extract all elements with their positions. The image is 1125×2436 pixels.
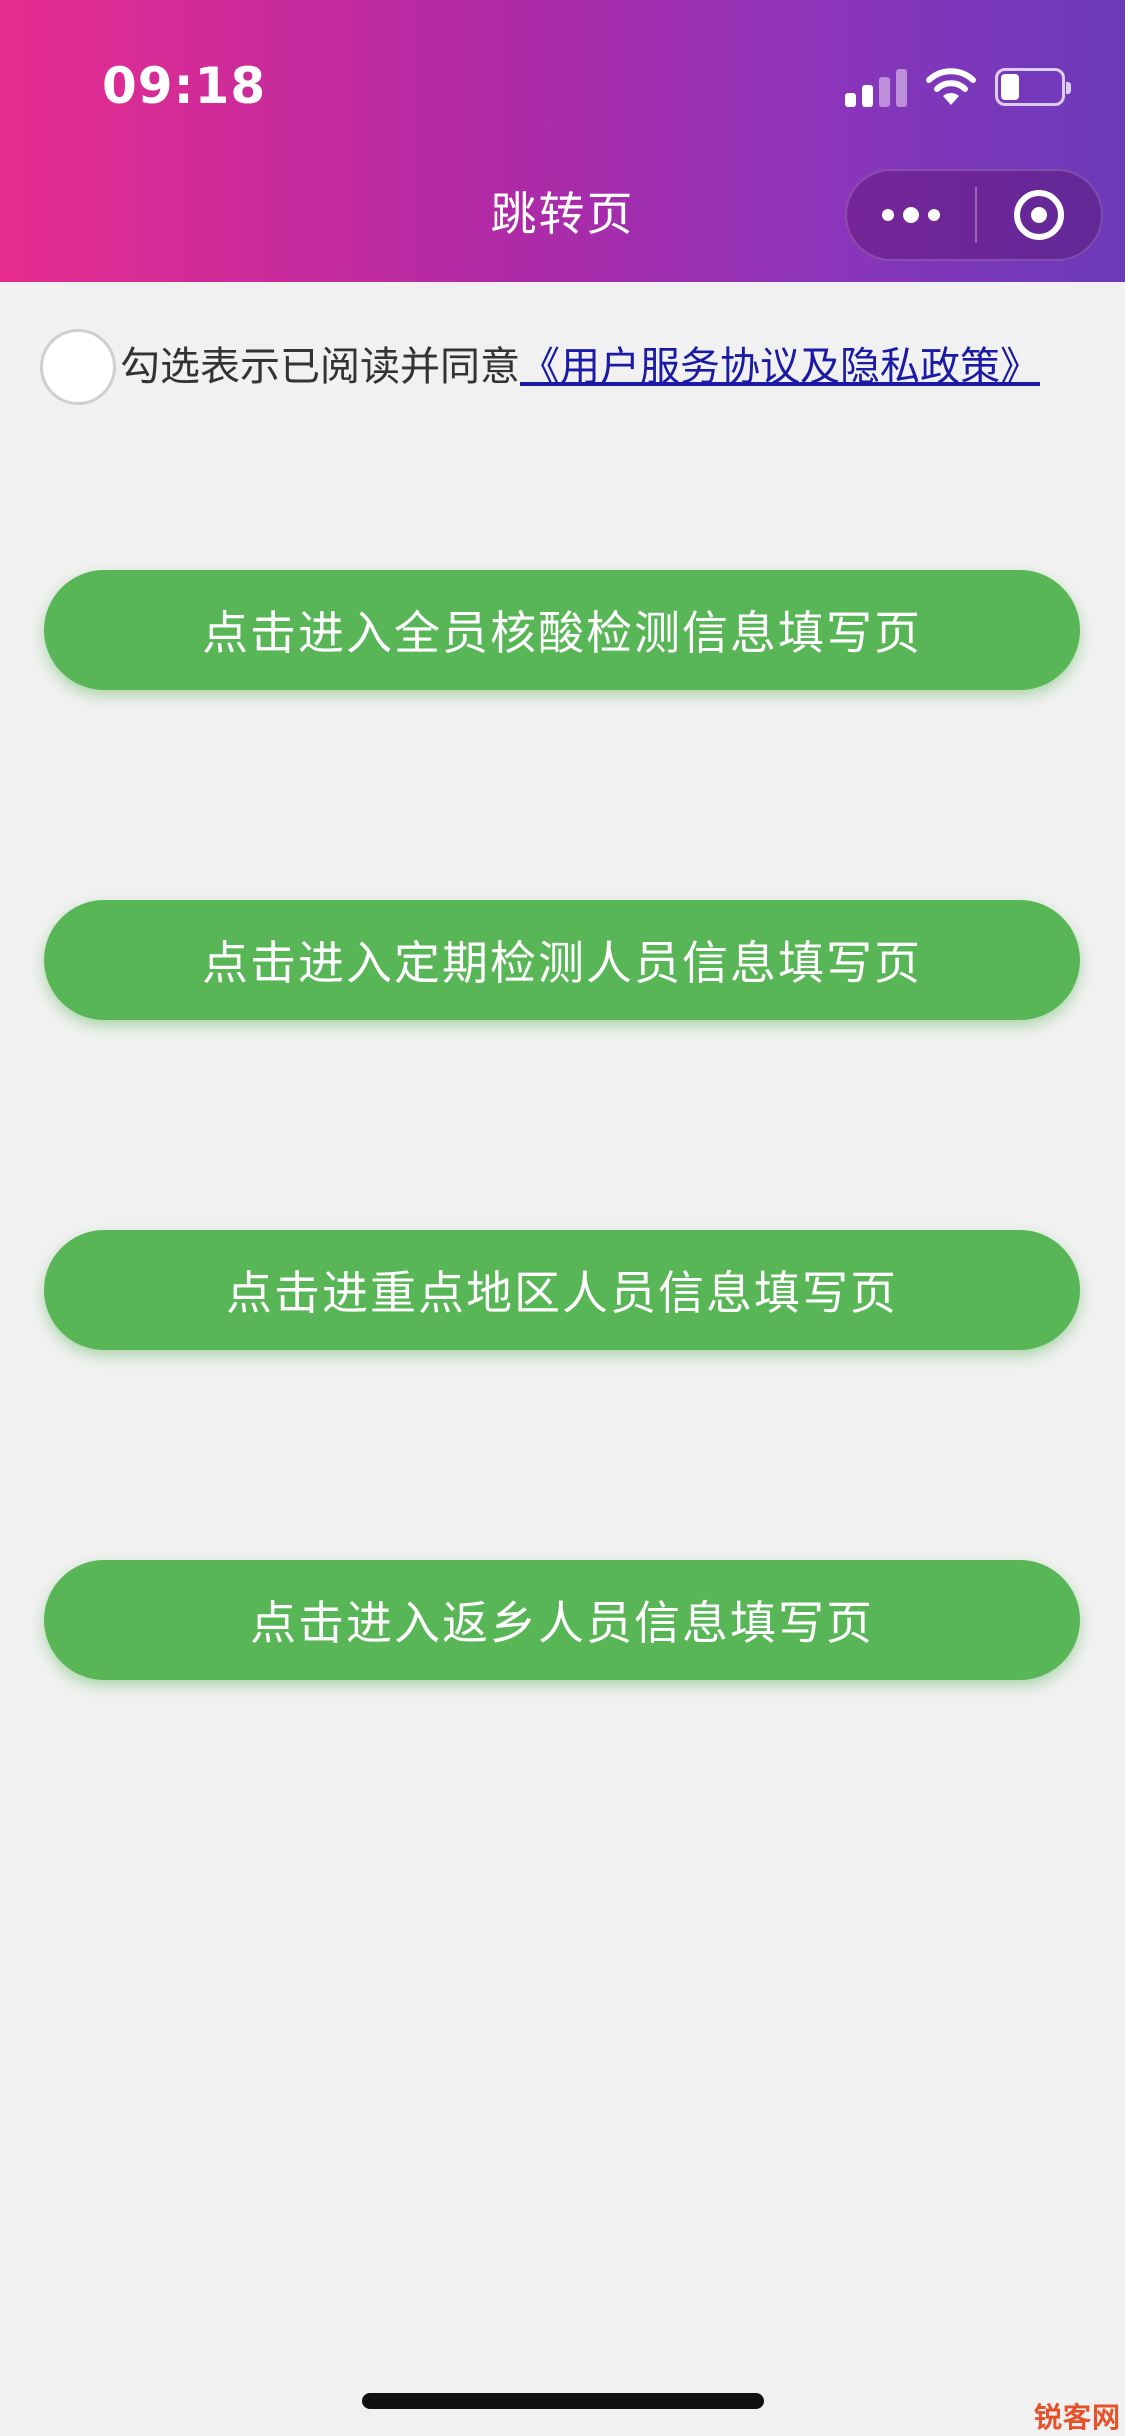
agreement-checkbox[interactable]	[40, 329, 116, 405]
navigation-header: 09:18 跳转页	[0, 0, 1125, 282]
periodic-test-button[interactable]: 点击进入定期检测人员信息填写页	[44, 900, 1080, 1020]
status-icons	[845, 62, 1071, 112]
target-close-icon	[1014, 190, 1064, 240]
key-region-button[interactable]: 点击进重点地区人员信息填写页	[44, 1230, 1080, 1350]
home-indicator	[362, 2393, 764, 2409]
cellular-signal-icon	[845, 67, 907, 107]
mini-program-capsule	[845, 169, 1103, 261]
wifi-icon	[925, 67, 977, 107]
agreement-link[interactable]: 《用户服务协议及隐私政策》	[520, 337, 1040, 397]
capsule-close-button[interactable]	[977, 171, 1101, 259]
battery-icon	[995, 68, 1071, 106]
agreement-text: 勾选表示已阅读并同意	[120, 344, 520, 390]
status-time: 09:18	[102, 57, 267, 115]
watermark: 锐客网	[1033, 2401, 1121, 2434]
full-nucleic-test-button[interactable]: 点击进入全员核酸检测信息填写页	[44, 570, 1080, 690]
agreement-row: 勾选表示已阅读并同意 《用户服务协议及隐私政策》	[40, 327, 1040, 407]
page: 09:18 跳转页 勾选表示已阅读并同意 《用户服务协议及隐私政策》 点击进入全…	[0, 0, 1125, 2436]
more-dots-icon[interactable]	[847, 171, 975, 259]
returnee-button[interactable]: 点击进入返乡人员信息填写页	[44, 1560, 1080, 1680]
